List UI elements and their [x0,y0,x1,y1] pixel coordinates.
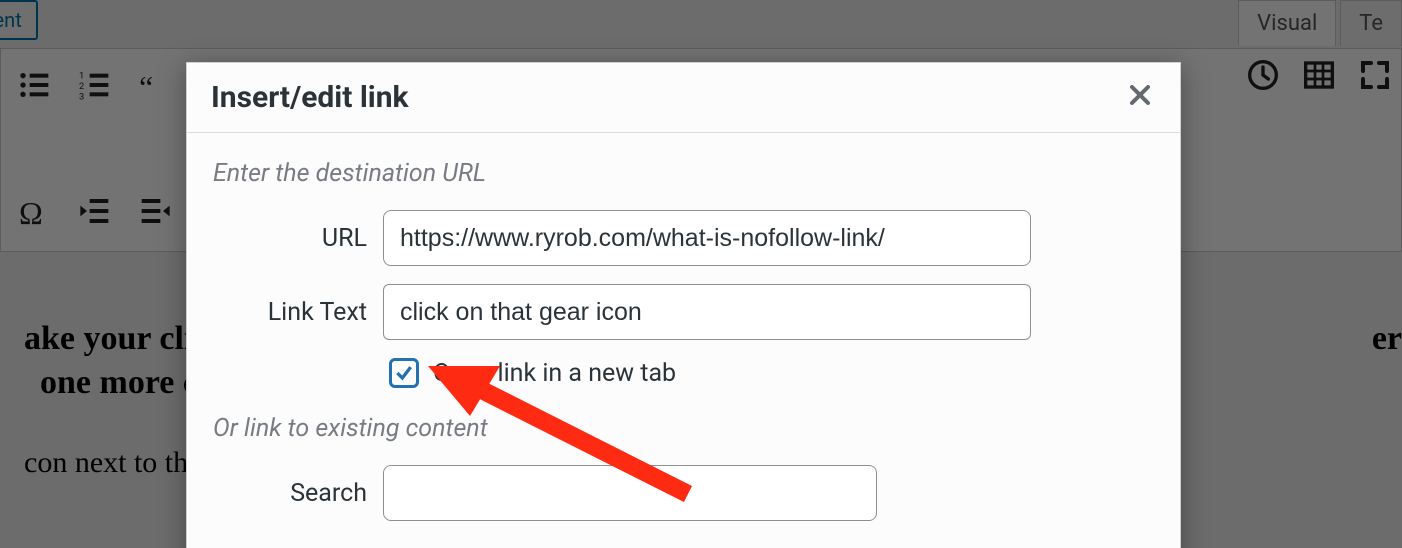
close-icon[interactable] [1124,77,1156,118]
numbered-list-icon[interactable]: 123 [79,69,111,105]
insert-link-dialog: Insert/edit link Enter the destination U… [186,62,1181,548]
url-row: URL [213,210,1154,266]
link-text-row: Link Text [213,284,1154,340]
svg-text:2: 2 [79,81,84,92]
indent-icon[interactable] [139,195,171,231]
revisions-icon[interactable] [1247,59,1279,95]
fullscreen-icon[interactable] [1359,59,1391,95]
svg-text:1: 1 [79,70,84,81]
new-tab-row[interactable]: Open link in a new tab [389,358,1154,388]
dialog-header: Insert/edit link [187,63,1180,133]
dialog-body: Enter the destination URL URL Link Text … [187,133,1180,548]
link-text-input[interactable] [383,284,1031,340]
editor-tabs: Visual Te [1238,0,1402,48]
link-text-label: Link Text [213,298,383,327]
table-icon[interactable] [1303,59,1335,95]
dialog-title: Insert/edit link [211,80,409,115]
new-tab-checkbox[interactable] [389,358,419,388]
partial-button[interactable]: ment [0,0,38,40]
tab-text[interactable]: Te [1340,0,1402,46]
special-character-icon[interactable]: Ω [19,197,51,229]
existing-content-hint: Or link to existing content [213,414,1154,443]
new-tab-label: Open link in a new tab [433,359,676,388]
url-label: URL [213,224,383,253]
outdent-icon[interactable] [79,195,111,231]
svg-text:3: 3 [79,92,84,101]
search-label: Search [213,479,383,508]
partial-button-label: ment [0,8,22,32]
blockquote-icon[interactable]: “ [139,71,171,103]
destination-url-hint: Enter the destination URL [213,159,1154,188]
search-input[interactable] [383,465,877,521]
search-row: Search [213,465,1154,521]
tab-visual[interactable]: Visual [1238,0,1336,46]
content-right-fragment: er [1372,320,1402,358]
url-input[interactable] [383,210,1031,266]
bullet-list-icon[interactable] [19,69,51,105]
